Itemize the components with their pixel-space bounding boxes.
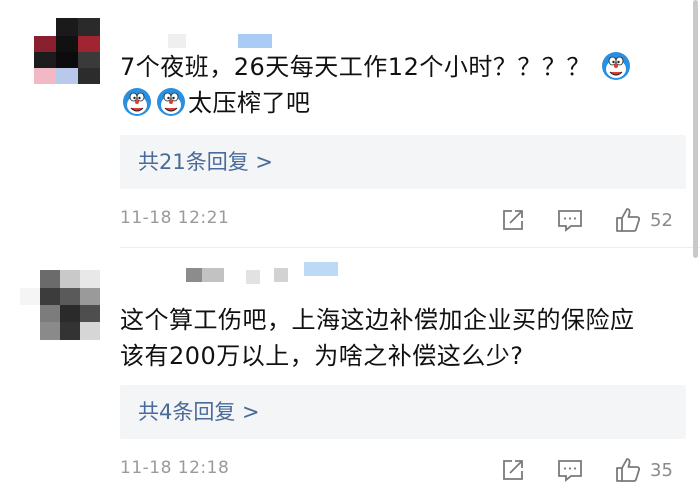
like-button[interactable]: 35 xyxy=(614,455,673,485)
view-replies-link[interactable]: 共21条回复 > xyxy=(120,135,686,189)
comment-icon xyxy=(556,457,584,483)
avatar[interactable] xyxy=(20,270,100,340)
comment-text: 这个算工伤吧，上海这边补偿加企业买的保险应 该有200万以上，为啥之补偿这么少? xyxy=(120,302,680,374)
thumbs-up-icon xyxy=(614,206,642,234)
share-button[interactable] xyxy=(500,455,526,485)
comment-button[interactable] xyxy=(556,205,584,235)
doraemon-emoji-icon xyxy=(601,51,631,81)
comment-item: 这个算工伤吧，上海这边补偿加企业买的保险应 该有200万以上，为啥之补偿这么少?… xyxy=(0,250,700,500)
comment-text: 7个夜班，26天每天工作12个小时？？？？ 太压榨了吧 xyxy=(120,49,680,121)
scrollbar[interactable] xyxy=(693,0,698,258)
avatar[interactable] xyxy=(34,18,100,84)
timestamp: 11-18 12:21 xyxy=(120,208,230,228)
comment-text-line: 该有200万以上，为啥之补偿这么少? xyxy=(120,342,524,370)
like-button[interactable]: 52 xyxy=(614,205,673,235)
view-replies-link[interactable]: 共4条回复 > xyxy=(120,385,686,439)
share-icon xyxy=(500,457,526,483)
comment-text-line: 这个算工伤吧，上海这边补偿加企业买的保险应 xyxy=(120,306,635,334)
like-count: 52 xyxy=(650,209,673,231)
comment-text-line: 太压榨了吧 xyxy=(188,89,311,117)
comment-button[interactable] xyxy=(556,455,584,485)
share-button[interactable] xyxy=(500,205,526,235)
divider xyxy=(120,247,700,248)
username[interactable] xyxy=(186,262,338,284)
comment-meta: 11-18 12:18 35 xyxy=(120,455,686,485)
like-count: 35 xyxy=(650,459,673,481)
doraemon-emoji-icon xyxy=(122,87,152,117)
thumbs-up-icon xyxy=(614,456,642,484)
comment-text-line: 7个夜班，26天每天工作12个小时？？？？ xyxy=(120,53,591,81)
doraemon-emoji-icon xyxy=(156,87,186,117)
username[interactable] xyxy=(168,34,278,50)
share-icon xyxy=(500,207,526,233)
comment-item: 7个夜班，26天每天工作12个小时？？？？ 太压榨了吧 共21条回复 > 11-… xyxy=(0,0,700,246)
comment-icon xyxy=(556,207,584,233)
timestamp: 11-18 12:18 xyxy=(120,458,230,478)
comment-meta: 11-18 12:21 52 xyxy=(120,205,686,235)
